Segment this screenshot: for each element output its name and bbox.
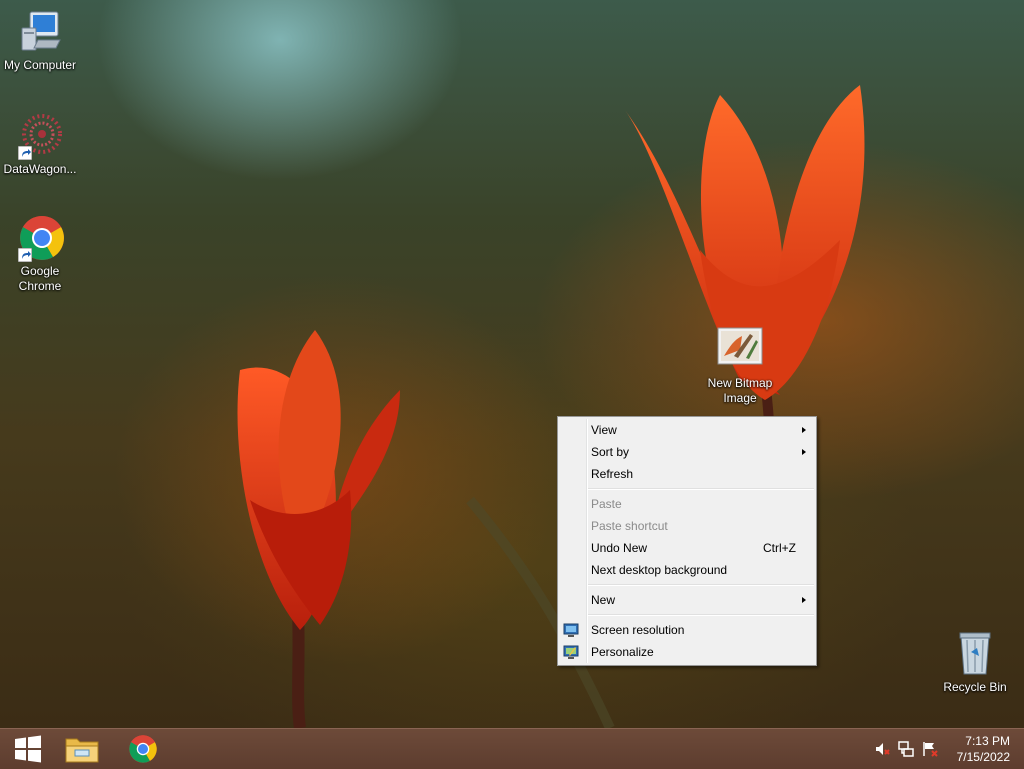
taskbar-clock[interactable]: 7:13 PM 7/15/2022 <box>957 733 1010 765</box>
menu-item-shortcut: Ctrl+Z <box>763 541 796 555</box>
taskbar-file-explorer[interactable] <box>54 729 110 769</box>
submenu-arrow-icon <box>802 597 806 603</box>
desktop-icon-label: Recycle Bin <box>943 680 1007 694</box>
menu-separator <box>588 488 814 490</box>
desktop[interactable]: My Computer DataWagon... Google Chrome N… <box>0 0 1024 728</box>
desktop-icon-label: My Computer <box>3 58 77 72</box>
clock-date: 7/15/2022 <box>956 750 1010 764</box>
taskbar: 7:13 PM 7/15/2022 <box>0 728 1024 769</box>
desktop-icon-my-computer[interactable]: My Computer <box>0 8 80 73</box>
desktop-context-menu: View Sort by Refresh Paste Paste shortcu… <box>557 416 817 666</box>
screen-resolution-icon <box>563 623 579 637</box>
menu-item-view[interactable]: View <box>558 419 816 441</box>
menu-item-paste-shortcut[interactable]: Paste shortcut <box>558 515 816 537</box>
personalize-icon <box>563 645 579 659</box>
menu-item-sort-by[interactable]: Sort by <box>558 441 816 463</box>
menu-item-label: Refresh <box>591 467 634 481</box>
menu-item-paste[interactable]: Paste <box>558 493 816 515</box>
menu-item-new[interactable]: New <box>558 589 816 611</box>
submenu-arrow-icon <box>802 427 806 433</box>
menu-item-label: New <box>591 593 616 607</box>
menu-item-screen-resolution[interactable]: Screen resolution <box>558 619 816 641</box>
menu-item-label: Paste <box>591 497 622 511</box>
menu-separator <box>588 614 814 616</box>
wallpaper-tulips <box>237 85 865 728</box>
menu-item-label: Next desktop background <box>591 563 728 577</box>
action-center-flag-icon[interactable] <box>922 741 938 757</box>
menu-item-label: View <box>591 423 617 437</box>
desktop-icon-label: New Bitmap Image <box>707 376 773 405</box>
computer-icon <box>16 8 64 56</box>
windows-logo-icon <box>15 735 41 763</box>
menu-item-label: Undo New <box>591 541 648 555</box>
folder-icon <box>65 738 99 763</box>
chrome-icon <box>16 214 64 262</box>
start-button[interactable] <box>0 729 56 769</box>
menu-item-next-desktop-background[interactable]: Next desktop background <box>558 559 816 581</box>
taskbar-google-chrome[interactable] <box>115 729 171 769</box>
desktop-icon-google-chrome[interactable]: Google Chrome <box>0 214 80 294</box>
desktop-icon-recycle-bin[interactable]: Recycle Bin <box>935 630 1015 695</box>
menu-item-label: Screen resolution <box>591 623 685 637</box>
volume-muted-icon[interactable] <box>874 741 890 757</box>
menu-item-refresh[interactable]: Refresh <box>558 463 816 485</box>
recycle-bin-icon <box>951 630 999 678</box>
network-icon[interactable] <box>898 741 914 757</box>
menu-item-label: Personalize <box>591 645 654 659</box>
menu-item-label: Paste shortcut <box>591 519 668 533</box>
menu-item-undo-new[interactable]: Undo New Ctrl+Z <box>558 537 816 559</box>
submenu-arrow-icon <box>802 449 806 455</box>
menu-item-personalize[interactable]: Personalize <box>558 641 816 663</box>
clock-time: 7:13 PM <box>965 734 1010 748</box>
bitmap-image-icon <box>716 326 764 374</box>
menu-separator <box>588 584 814 586</box>
desktop-icon-label: DataWagon... <box>3 162 77 176</box>
shortcut-arrow-icon <box>18 248 32 262</box>
desktop-icon-new-bitmap-image[interactable]: New Bitmap Image <box>700 326 780 406</box>
chrome-icon <box>129 735 157 763</box>
desktop-icon-label: Google Chrome <box>18 264 62 293</box>
shortcut-arrow-icon <box>18 146 32 160</box>
menu-item-label: Sort by <box>591 445 630 459</box>
desktop-icon-datawagon[interactable]: DataWagon... <box>0 112 80 177</box>
datawagon-icon <box>16 112 64 160</box>
